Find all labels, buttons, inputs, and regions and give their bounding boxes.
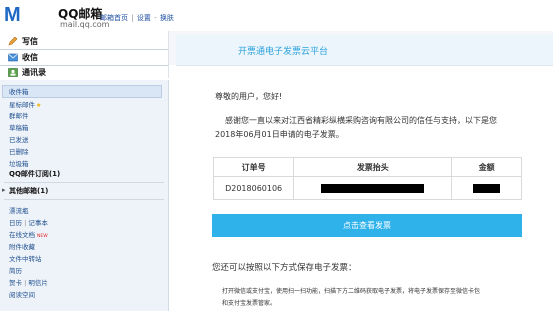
app-resume[interactable]: 简历: [9, 265, 22, 275]
save-instructions-title: 您还可以按照以下方式保存电子发票：: [212, 263, 357, 273]
inbox-icon: [8, 53, 18, 62]
nav-settings-link[interactable]: 设置: [137, 14, 151, 22]
app-greeting-cards[interactable]: 贺卡: [9, 279, 22, 287]
folder-other-mailboxes[interactable]: 其他邮箱(1): [9, 186, 48, 196]
new-badge: NEW: [37, 234, 48, 239]
folder-sent[interactable]: 已发送: [9, 134, 29, 144]
nav-switch-skin-link[interactable]: 换肤: [160, 14, 174, 22]
folder-inbox[interactable]: 收件箱: [9, 86, 29, 96]
redaction-bar: [473, 183, 501, 193]
folder-spam[interactable]: 垃圾箱: [9, 158, 29, 168]
top-bar: Mil QQ邮箱 mail.qq.com 邮箱首页 | 设置 - 换肤: [0, 0, 553, 72]
app-postcards[interactable]: 明信片: [28, 279, 48, 287]
divider: [4, 182, 164, 183]
app-cards: 贺卡 | 明信片: [9, 279, 48, 287]
app-attachments[interactable]: 附件收藏: [9, 241, 35, 251]
divider: [4, 199, 164, 200]
folder-list: 收件箱 星标邮件★ 群邮件 草稿箱 已发送 已删除 垃圾箱 QQ邮件订阅(1) …: [0, 80, 169, 311]
sidebar: 写信 收信 通讯录 收件箱 星标邮件★ 群邮件 草稿箱 已发送 已删除 垃圾箱 …: [0, 31, 169, 311]
paragraph-line-1: 感谢您一直以来对江西省精彩纵横采购咨询有限公司的信任与支持，以下是您: [225, 116, 497, 125]
invoice-table: 订单号 发票抬头 金额 D2018060106: [212, 157, 522, 200]
app-file-transfer[interactable]: 文件中转站: [9, 253, 42, 263]
divider: [0, 49, 168, 50]
app-online-docs[interactable]: 在线文档 NEW: [9, 229, 48, 239]
nav-separator: |: [131, 14, 134, 22]
inbox-button[interactable]: 收信: [8, 51, 38, 64]
nav-mail-home-link[interactable]: 邮箱首页: [100, 14, 128, 22]
compose-label: 写信: [22, 37, 38, 46]
top-nav: 邮箱首页 | 设置 - 换肤: [100, 13, 175, 23]
expand-arrow-icon[interactable]: ▸: [2, 186, 6, 194]
greeting: 尊敬的用户，您好!: [215, 92, 283, 101]
folder-subscriptions[interactable]: QQ邮件订阅(1): [9, 169, 60, 179]
star-icon: ★: [36, 102, 42, 109]
contacts-label: 通讯录: [22, 68, 46, 77]
redaction-bar: [321, 183, 425, 193]
email-banner: 开票通电子发票云平台: [176, 35, 553, 66]
column-header-amount: 金额: [451, 157, 522, 177]
app-calendar[interactable]: 日历: [9, 219, 22, 227]
folder-groups[interactable]: 群邮件: [9, 110, 29, 120]
compose-icon: [8, 36, 18, 46]
contacts-button[interactable]: 通讯录: [8, 66, 46, 79]
nav-separator: -: [154, 14, 157, 22]
paragraph-line-2: 2018年06月01日申请的电子发票。: [215, 130, 344, 139]
folder-drafts[interactable]: 草稿箱: [9, 122, 29, 132]
folder-starred[interactable]: 星标邮件★: [9, 99, 41, 109]
quick-actions: 写信 收信 通讯录: [0, 31, 169, 78]
inbox-label: 收信: [22, 53, 38, 62]
table-row: D2018060106: [212, 176, 522, 200]
app-calendar-notes: 日历 | 记事本: [9, 219, 48, 227]
folder-deleted[interactable]: 已删除: [9, 146, 29, 156]
instruction-line-1: 打开微信或支付宝，使用扫一扫功能，扫描下方二维码获取电子发票，将电子发票保存至微…: [222, 288, 481, 295]
app-notes[interactable]: 记事本: [28, 219, 48, 227]
app-drift-bottle[interactable]: 漂流瓶: [9, 205, 29, 215]
amount-cell: [451, 176, 522, 200]
table-header-row: 订单号 发票抬头 金额: [212, 157, 522, 177]
save-instructions: 打开微信或支付宝，使用扫一扫功能，扫描下方二维码获取电子发票，将电子发票保存至微…: [222, 286, 522, 310]
order-number-cell: D2018060106: [212, 176, 295, 200]
compose-button[interactable]: 写信: [8, 35, 38, 48]
email-paragraph: 感谢您一直以来对江西省精彩纵横采购咨询有限公司的信任与支持，以下是您 2018年…: [215, 114, 535, 142]
invoice-title-cell: [293, 176, 453, 200]
view-invoice-button[interactable]: 点击查看发票: [212, 214, 522, 237]
column-header-order-no: 订单号: [212, 157, 295, 177]
app-reading-space[interactable]: 阅读空间: [9, 289, 35, 299]
column-header-invoice-title: 发票抬头: [293, 157, 453, 177]
contacts-icon: [8, 68, 18, 77]
instruction-line-2: 和支付宝发票管家。: [222, 300, 277, 307]
banner-title: 开票通电子发票云平台: [238, 47, 329, 57]
